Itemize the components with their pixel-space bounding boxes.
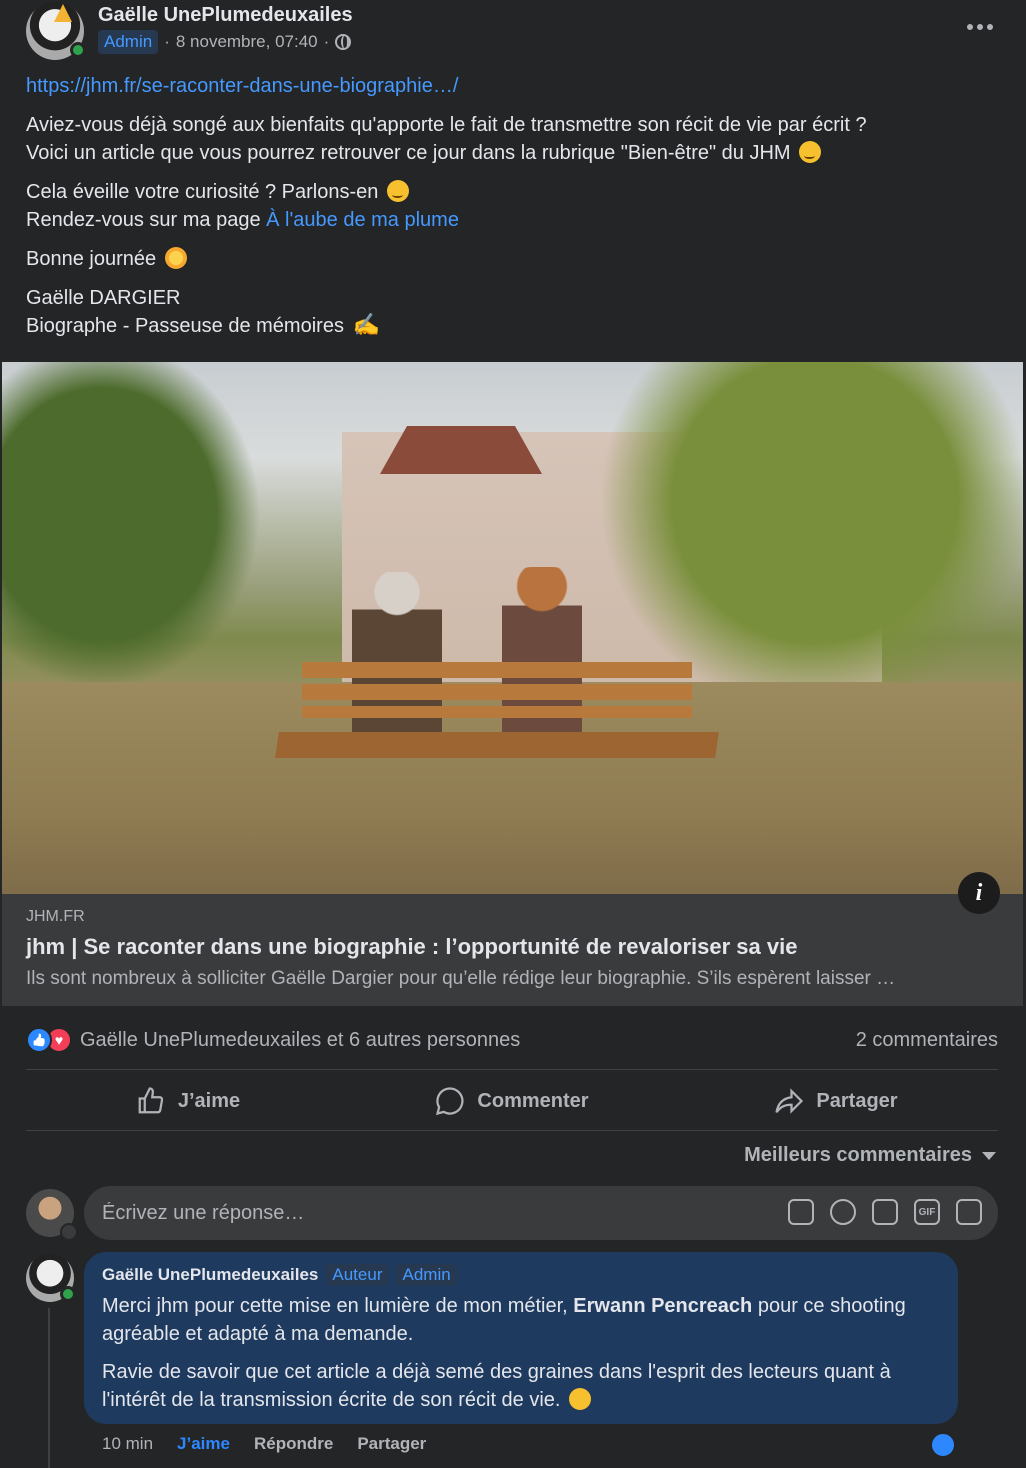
comment-reply-button[interactable]: Répondre bbox=[254, 1434, 333, 1454]
photo-bench-seat bbox=[275, 732, 719, 758]
sort-label: Meilleurs commentaires bbox=[744, 1144, 972, 1166]
reply-composer: GIF bbox=[26, 1186, 998, 1241]
info-icon[interactable]: i bbox=[958, 872, 1000, 914]
party-hat-icon bbox=[54, 4, 72, 22]
emoji-icon[interactable] bbox=[830, 1199, 856, 1225]
article-link[interactable]: https://jhm.fr/se-raconter-dans-une-biog… bbox=[26, 75, 458, 97]
chevron-down-icon[interactable] bbox=[60, 1223, 78, 1241]
globe-icon bbox=[335, 34, 352, 50]
post-text: Voici un article que vous pourrez retrou… bbox=[26, 142, 791, 164]
meta-separator: · bbox=[323, 32, 330, 51]
gif-icon[interactable]: GIF bbox=[914, 1199, 940, 1225]
comment-like-button[interactable]: J’aime bbox=[177, 1434, 230, 1454]
post-date[interactable]: 8 novembre, 07:40 bbox=[176, 32, 318, 52]
comment-bubble-icon bbox=[436, 1087, 464, 1116]
comment-text: Merci jhm pour cette mise en lumière de … bbox=[102, 1292, 940, 1414]
comment-text-part: Ravie de savoir que cet article a déjà s… bbox=[102, 1361, 891, 1411]
card-title: jhm | Se raconter dans une biographie : … bbox=[26, 934, 798, 959]
post-text: Bonne journée bbox=[26, 248, 157, 270]
card-description: Ils sont nombreux à solliciter Gaëlle Da… bbox=[26, 968, 896, 989]
share-label: Partager bbox=[816, 1089, 898, 1112]
mention-link[interactable]: Erwann Pencreach bbox=[573, 1295, 752, 1317]
post-meta: Admin · 8 novembre, 07:40 · bbox=[98, 30, 352, 54]
divider bbox=[26, 1130, 998, 1131]
reactions-summary[interactable]: Gaëlle UnePlumedeuxailes et 6 autres per… bbox=[80, 1029, 520, 1052]
post-text: Aviez-vous déjà songé aux bienfaits qu'a… bbox=[26, 114, 867, 136]
sun-emoji-icon bbox=[164, 247, 187, 269]
page-link[interactable]: À l'aube de ma plume bbox=[266, 209, 459, 231]
comment-header: Gaëlle UnePlumedeuxailes Auteur Admin bbox=[102, 1264, 940, 1286]
comment: Gaëlle UnePlumedeuxailes Auteur Admin Me… bbox=[26, 1252, 998, 1468]
wink-emoji-icon bbox=[386, 180, 409, 202]
like-reaction-icon[interactable] bbox=[26, 1027, 52, 1053]
comment-label: Commenter bbox=[477, 1089, 589, 1112]
like-reaction-icon[interactable] bbox=[930, 1432, 956, 1458]
post-text: Cela éveille votre curiosité ? Parlons-e… bbox=[26, 181, 379, 203]
comment-author[interactable]: Gaëlle UnePlumedeuxailes bbox=[102, 1265, 318, 1285]
comment-share-button[interactable]: Partager bbox=[357, 1434, 426, 1454]
avatar-sticker-icon[interactable] bbox=[788, 1199, 814, 1225]
post-text: Rendez-vous sur ma page bbox=[26, 209, 261, 231]
share-arrow-icon bbox=[775, 1088, 804, 1114]
online-status-icon bbox=[70, 42, 86, 58]
photo-tree bbox=[2, 362, 282, 712]
like-button[interactable]: J’aime bbox=[26, 1072, 350, 1130]
card-domain: JHM.FR bbox=[26, 908, 85, 925]
like-label: J’aime bbox=[177, 1089, 241, 1112]
author-name[interactable]: Gaëlle UnePlumedeuxailes bbox=[98, 4, 353, 27]
admin-badge: Admin bbox=[98, 30, 159, 54]
smile-emoji-icon bbox=[569, 1388, 592, 1410]
online-status-icon bbox=[60, 1286, 76, 1302]
more-options-icon[interactable] bbox=[960, 12, 1000, 42]
reactions-bar: Gaëlle UnePlumedeuxailes et 6 autres per… bbox=[26, 1022, 998, 1058]
meta-separator: · bbox=[164, 32, 170, 51]
sticker-icon[interactable] bbox=[956, 1199, 982, 1225]
composer-icons: GIF bbox=[788, 1199, 982, 1225]
divider bbox=[26, 1069, 998, 1070]
post-body: https://jhm.fr/se-raconter-dans-une-biog… bbox=[26, 72, 986, 351]
writing-hand-emoji-icon bbox=[353, 311, 380, 339]
wink-emoji-icon bbox=[799, 141, 822, 163]
author-tag: Auteur bbox=[326, 1264, 389, 1286]
article-photo[interactable] bbox=[2, 362, 1023, 894]
comment-time[interactable]: 10 min bbox=[102, 1434, 153, 1454]
signature-title: Biographe - Passeuse de mémoires bbox=[26, 315, 344, 337]
comment-bubble: Gaëlle UnePlumedeuxailes Auteur Admin Me… bbox=[84, 1252, 958, 1424]
action-bar: J’aime Commenter Partager bbox=[26, 1072, 998, 1130]
comments-count[interactable]: 2 commentaires bbox=[856, 1029, 998, 1052]
thumbs-up-icon bbox=[138, 1087, 164, 1114]
thread-line bbox=[48, 1308, 50, 1468]
admin-tag: Admin bbox=[396, 1264, 457, 1286]
comment-actions: 10 min J’aime Répondre Partager bbox=[102, 1434, 426, 1454]
camera-icon[interactable] bbox=[872, 1199, 898, 1225]
signature-name: Gaëlle DARGIER bbox=[26, 287, 181, 309]
comment-sort-dropdown[interactable]: Meilleurs commentaires bbox=[744, 1144, 996, 1167]
link-preview-card[interactable]: JHM.FR jhm | Se raconter dans une biogra… bbox=[2, 894, 1023, 1006]
comment-text-part: Merci jhm pour cette mise en lumière de … bbox=[102, 1295, 568, 1317]
current-user-avatar[interactable] bbox=[26, 1189, 78, 1241]
comment-button[interactable]: Commenter bbox=[350, 1072, 674, 1130]
share-button[interactable]: Partager bbox=[674, 1072, 998, 1130]
caret-down-icon bbox=[982, 1151, 996, 1160]
photo-bench bbox=[302, 662, 692, 718]
post-header: Gaëlle UnePlumedeuxailes Admin · 8 novem… bbox=[26, 0, 1000, 70]
